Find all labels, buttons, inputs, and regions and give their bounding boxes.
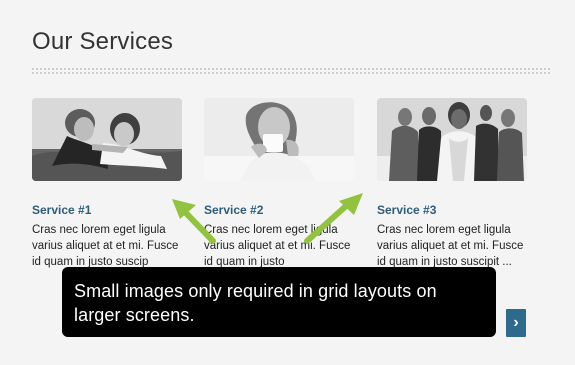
service-description-3: Cras nec lorem eget ligula varius alique… xyxy=(377,224,524,268)
service-title-3[interactable]: Service #3 xyxy=(377,203,527,217)
service-title-2[interactable]: Service #2 xyxy=(204,203,354,217)
woman-with-mug-image xyxy=(204,98,354,181)
business-team-image xyxy=(377,98,527,181)
next-button-card-3[interactable]: › xyxy=(506,309,526,337)
service-image-1[interactable] xyxy=(32,98,182,181)
couple-lying-on-grass-image xyxy=(32,98,182,181)
service-image-3[interactable] xyxy=(377,98,527,181)
service-description-2: Cras nec lorem eget ligula varius alique… xyxy=(204,224,351,268)
service-title-1[interactable]: Service #1 xyxy=(32,203,182,217)
service-card-3: Service #3 Cras nec lorem eget ligula va… xyxy=(377,98,527,270)
services-page: Our Services Service #1 Cras nec lorem e… xyxy=(0,0,575,365)
service-card-1: Service #1 Cras nec lorem eget ligula va… xyxy=(32,98,182,270)
service-description-1: Cras nec lorem eget ligula varius alique… xyxy=(32,224,179,268)
tooltip-text: Small images only required in grid layou… xyxy=(74,281,437,325)
page-title: Our Services xyxy=(32,28,174,55)
service-card-2: Service #2 Cras nec lorem eget ligula va… xyxy=(204,98,354,270)
dotted-divider xyxy=(32,68,550,74)
service-image-2[interactable] xyxy=(204,98,354,181)
grid-layout-tooltip: Small images only required in grid layou… xyxy=(62,267,496,337)
